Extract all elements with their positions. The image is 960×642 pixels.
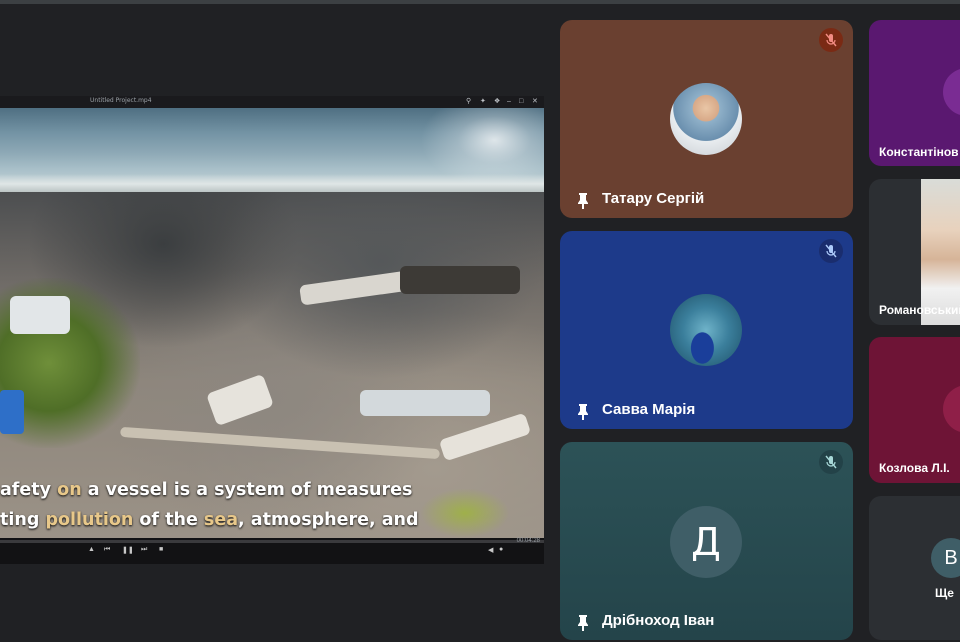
participant-tile[interactable]: Савва Марія <box>560 231 853 429</box>
next-icon[interactable]: ⏭ <box>141 546 147 554</box>
participant-name: Козлова Л.І. <box>879 461 950 475</box>
side-participant-tile[interactable]: Козлова Л.І. <box>869 337 960 483</box>
minimize-icon[interactable]: – <box>507 96 511 107</box>
more-participants-label: Ще <box>935 586 954 600</box>
more-participants-tile[interactable]: В Ще <box>869 496 960 640</box>
participant-name: Романовський <box>879 303 960 317</box>
mic-off-icon <box>819 239 843 263</box>
participant-tile[interactable]: Татару Сергій <box>560 20 853 218</box>
seek-bar[interactable] <box>0 540 544 543</box>
participant-tile[interactable]: Д Дрібноход Іван <box>560 442 853 640</box>
participant-name: Константінов <box>879 145 959 159</box>
beach-pollution-scene <box>0 108 544 538</box>
player-window-title: Untitled Project.mp4 <box>90 97 152 104</box>
side-participant-tile[interactable]: Романовський <box>869 179 960 325</box>
player-titlebar: Untitled Project.mp4 ⚲ ✦ ❖ – □ ✕ <box>0 96 544 108</box>
grass-patch-right <box>420 488 510 538</box>
pin-icon[interactable] <box>576 614 590 632</box>
participant-avatar-letter: Д <box>670 506 742 578</box>
search-icon[interactable]: ⚲ <box>466 96 471 107</box>
participant-name: Дрібноход Іван <box>602 612 715 629</box>
side-participant-tile[interactable]: Константінов <box>869 20 960 166</box>
mic-off-icon <box>819 450 843 474</box>
pin-icon[interactable] <box>576 192 590 210</box>
subtitle-line-1: afety on a vessel is a system of measure… <box>0 480 413 500</box>
tools-icon[interactable]: ❖ <box>494 96 500 107</box>
participant-avatar <box>670 294 742 366</box>
close-icon[interactable]: ✕ <box>532 96 538 107</box>
maximize-icon[interactable]: □ <box>519 96 523 107</box>
participant-avatar <box>670 83 742 155</box>
dark-debris <box>400 266 520 294</box>
shared-screen-video[interactable]: Untitled Project.mp4 ⚲ ✦ ❖ – □ ✕ afety o… <box>0 96 544 564</box>
eject-icon[interactable]: ▲ <box>88 546 95 553</box>
mic-off-icon <box>819 28 843 52</box>
pin-icon[interactable]: ✦ <box>480 96 486 107</box>
pin-icon[interactable] <box>576 403 590 421</box>
stop-icon[interactable]: ■ <box>159 546 163 553</box>
plastic-container <box>10 296 70 334</box>
subtitle-line-2: ting pollution of the sea, atmosphere, a… <box>0 510 419 530</box>
top-strip <box>0 0 960 4</box>
blue-bottle <box>0 390 24 434</box>
participant-name: Савва Марія <box>602 401 696 418</box>
volume-icon[interactable]: ◀ <box>488 546 493 554</box>
participant-avatar <box>943 385 960 433</box>
player-controls: 00:04:28 ▲ ⏮ ❚❚ ⏭ ■ ◀ ● <box>0 538 544 564</box>
previous-icon[interactable]: ⏮ <box>104 546 110 554</box>
timecode: 00:04:28 <box>516 538 540 544</box>
plastic-bottle <box>360 390 490 416</box>
participant-avatar <box>943 68 960 116</box>
participant-name: Татару Сергій <box>602 190 705 207</box>
participant-avatar-letter: В <box>931 538 960 578</box>
volume-slider[interactable]: ● <box>499 546 503 553</box>
pause-icon[interactable]: ❚❚ <box>122 546 134 554</box>
